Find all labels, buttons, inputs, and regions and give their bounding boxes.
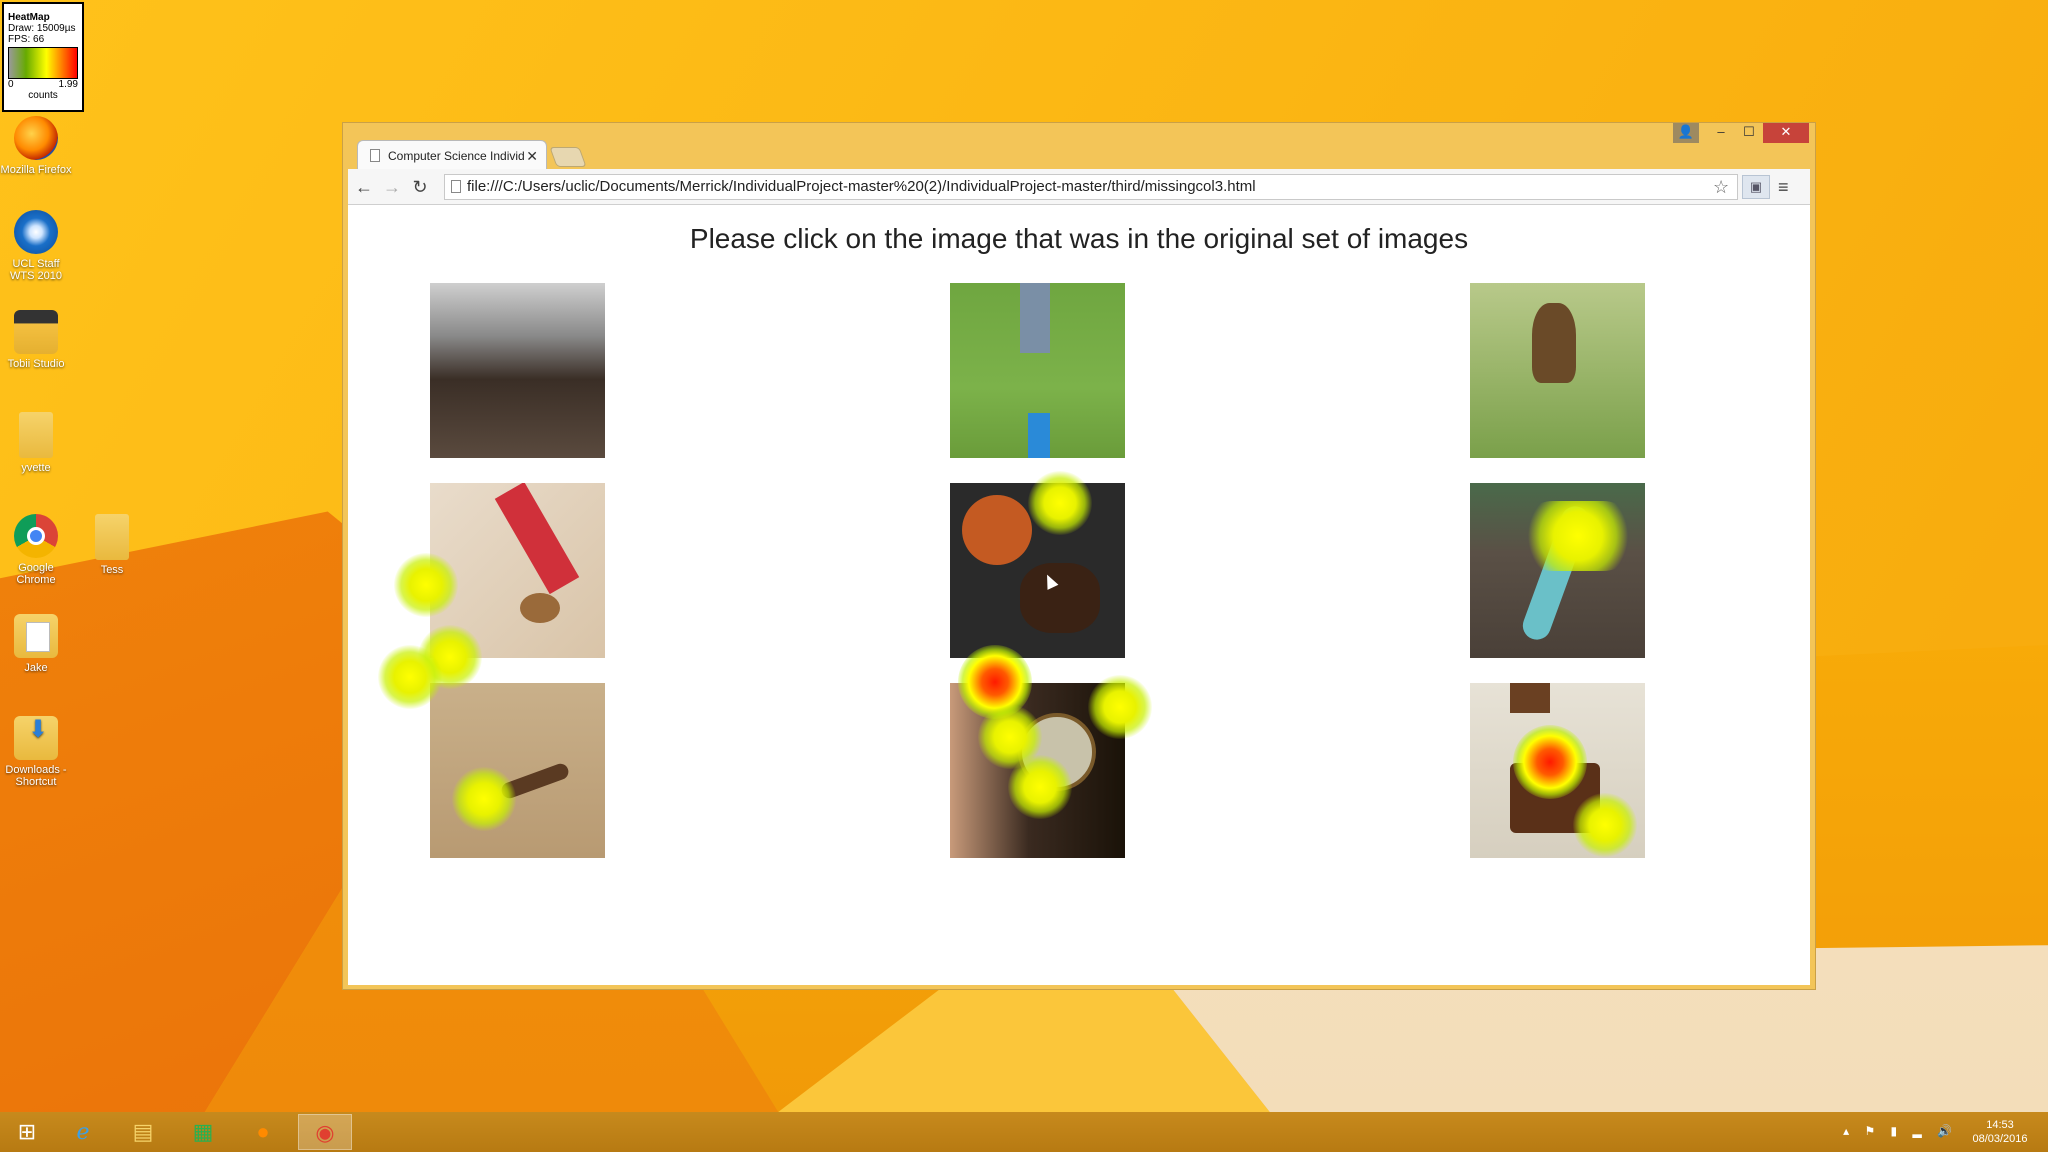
chrome-icon xyxy=(14,514,58,558)
gaze-heatmap-spot xyxy=(378,645,442,709)
page-icon xyxy=(451,180,461,193)
legend-color-bar xyxy=(8,47,78,79)
gaze-heatmap-spot xyxy=(1088,675,1152,739)
internet-explorer-icon[interactable]: ℯ xyxy=(56,1114,110,1150)
reload-button[interactable]: ↻ xyxy=(408,175,432,199)
desktop-icon-label: Tess xyxy=(100,564,124,576)
desktop-icon-label: Jake xyxy=(24,662,48,674)
desktop-icon-firefox[interactable]: Mozilla Firefox xyxy=(0,116,72,176)
page-content: Please click on the image that was in th… xyxy=(348,205,1810,985)
desktop-icon-label: yvette xyxy=(21,462,51,474)
desktop-icon-ucl-wts[interactable]: UCL Staff WTS 2010 xyxy=(0,210,72,282)
desktop-icon-tess[interactable]: Tess xyxy=(76,514,148,576)
ucl-wts-icon xyxy=(14,210,58,254)
legend-draw-time: Draw: 15009µs xyxy=(8,23,76,34)
desktop-icon-jake[interactable]: Jake xyxy=(0,614,72,674)
legend-fps: FPS: 66 xyxy=(8,34,45,45)
menu-icon[interactable]: ≡ xyxy=(1778,175,1789,199)
window-controls: 👤 – ☐ ✕ xyxy=(1673,123,1809,143)
maximize-button[interactable]: ☐ xyxy=(1735,123,1763,143)
legend-unit: counts xyxy=(28,90,58,101)
close-window-button[interactable]: ✕ xyxy=(1763,123,1809,143)
profile-icon[interactable]: 👤 xyxy=(1673,123,1699,143)
document-folder-icon xyxy=(14,614,58,658)
desktop-icon-downloads[interactable]: Downloads - Shortcut xyxy=(0,716,72,788)
extension-icon[interactable]: ▣ xyxy=(1742,175,1770,199)
image-option-stamp[interactable] xyxy=(430,683,605,858)
gaze-heatmap-spot xyxy=(1008,755,1072,819)
legend-min: 0 xyxy=(8,79,14,90)
browser-toolbar: ← → ↻ file:///C:/Users/uclic/Documents/M… xyxy=(348,169,1810,205)
legend-max: 1.99 xyxy=(58,79,78,90)
folder-icon xyxy=(95,514,129,560)
desktop-background: HeatMap Draw: 15009µs FPS: 66 0 1.99 cou… xyxy=(0,0,2048,1112)
gaze-heatmap-hotspot xyxy=(1513,725,1587,799)
desktop-icon-tobii[interactable]: Tobii Studio xyxy=(0,310,72,370)
file-explorer-icon[interactable]: ▤ xyxy=(116,1114,170,1150)
taskbar: ⊞ ℯ ▤ ▦ ● ◉ ▴ ⚑ ▮ ▂ 🔊 14:53 08/03/2016 xyxy=(0,1112,2048,1152)
chrome-taskbar-icon[interactable]: ◉ xyxy=(298,1114,352,1150)
image-option-dog[interactable] xyxy=(1470,283,1645,458)
image-option-grass[interactable] xyxy=(950,283,1125,458)
legend-range: 0 1.99 xyxy=(8,79,78,90)
folder-icon xyxy=(19,412,53,458)
forward-button[interactable]: → xyxy=(380,175,404,199)
gaze-heatmap-spot xyxy=(452,767,516,831)
downloads-shortcut-icon xyxy=(14,716,58,760)
clock-date: 08/03/2016 xyxy=(1972,1133,2028,1145)
minimize-button[interactable]: – xyxy=(1707,123,1735,143)
browser-window: 👤 – ☐ ✕ Computer Science Individ ✕ ← → ↻… xyxy=(342,122,1816,990)
legend-title: HeatMap xyxy=(8,12,50,23)
bookmark-star-icon[interactable]: ☆ xyxy=(1713,177,1729,197)
tobii-studio-icon xyxy=(14,310,58,354)
desktop-icon-chrome[interactable]: Google Chrome xyxy=(0,514,72,586)
new-tab-button[interactable] xyxy=(549,147,587,167)
desktop-icon-label: Google Chrome xyxy=(16,562,56,586)
store-icon[interactable]: ▦ xyxy=(176,1114,230,1150)
firefox-taskbar-icon[interactable]: ● xyxy=(236,1114,290,1150)
desktop-icon-label: Downloads - Shortcut xyxy=(5,764,67,788)
gaze-heatmap-spot xyxy=(394,553,458,617)
start-windows-icon[interactable]: ⊞ xyxy=(0,1114,54,1150)
gaze-heatmap-spot xyxy=(1518,501,1638,571)
firefox-icon xyxy=(14,116,58,160)
tab-close-icon[interactable]: ✕ xyxy=(526,141,538,170)
clock[interactable]: 14:53 08/03/2016 xyxy=(1960,1118,2040,1146)
desktop-icon-yvette[interactable]: yvette xyxy=(0,412,72,474)
tab-title: Computer Science Individ xyxy=(388,149,525,163)
page-icon xyxy=(370,149,380,162)
clock-time: 14:53 xyxy=(1986,1119,2014,1131)
back-button[interactable]: ← xyxy=(352,175,376,199)
desktop-icon-label: UCL Staff WTS 2010 xyxy=(10,258,62,282)
page-heading: Please click on the image that was in th… xyxy=(689,223,1469,254)
tab-active[interactable]: Computer Science Individ ✕ xyxy=(357,140,547,170)
address-bar[interactable]: file:///C:/Users/uclic/Documents/Merrick… xyxy=(444,174,1738,200)
gaze-heatmap-spot xyxy=(1028,471,1092,535)
gaze-heatmap-spot xyxy=(1573,793,1637,857)
heatmap-legend: HeatMap Draw: 15009µs FPS: 66 0 1.99 cou… xyxy=(2,2,84,112)
url-text: file:///C:/Users/uclic/Documents/Merrick… xyxy=(467,178,1256,195)
desktop-icon-label: Mozilla Firefox xyxy=(0,164,72,176)
image-option-beard[interactable] xyxy=(430,283,605,458)
system-tray[interactable]: ▴ ⚑ ▮ ▂ 🔊 xyxy=(1843,1124,1958,1138)
desktop-icon-label: Tobii Studio xyxy=(7,358,65,370)
